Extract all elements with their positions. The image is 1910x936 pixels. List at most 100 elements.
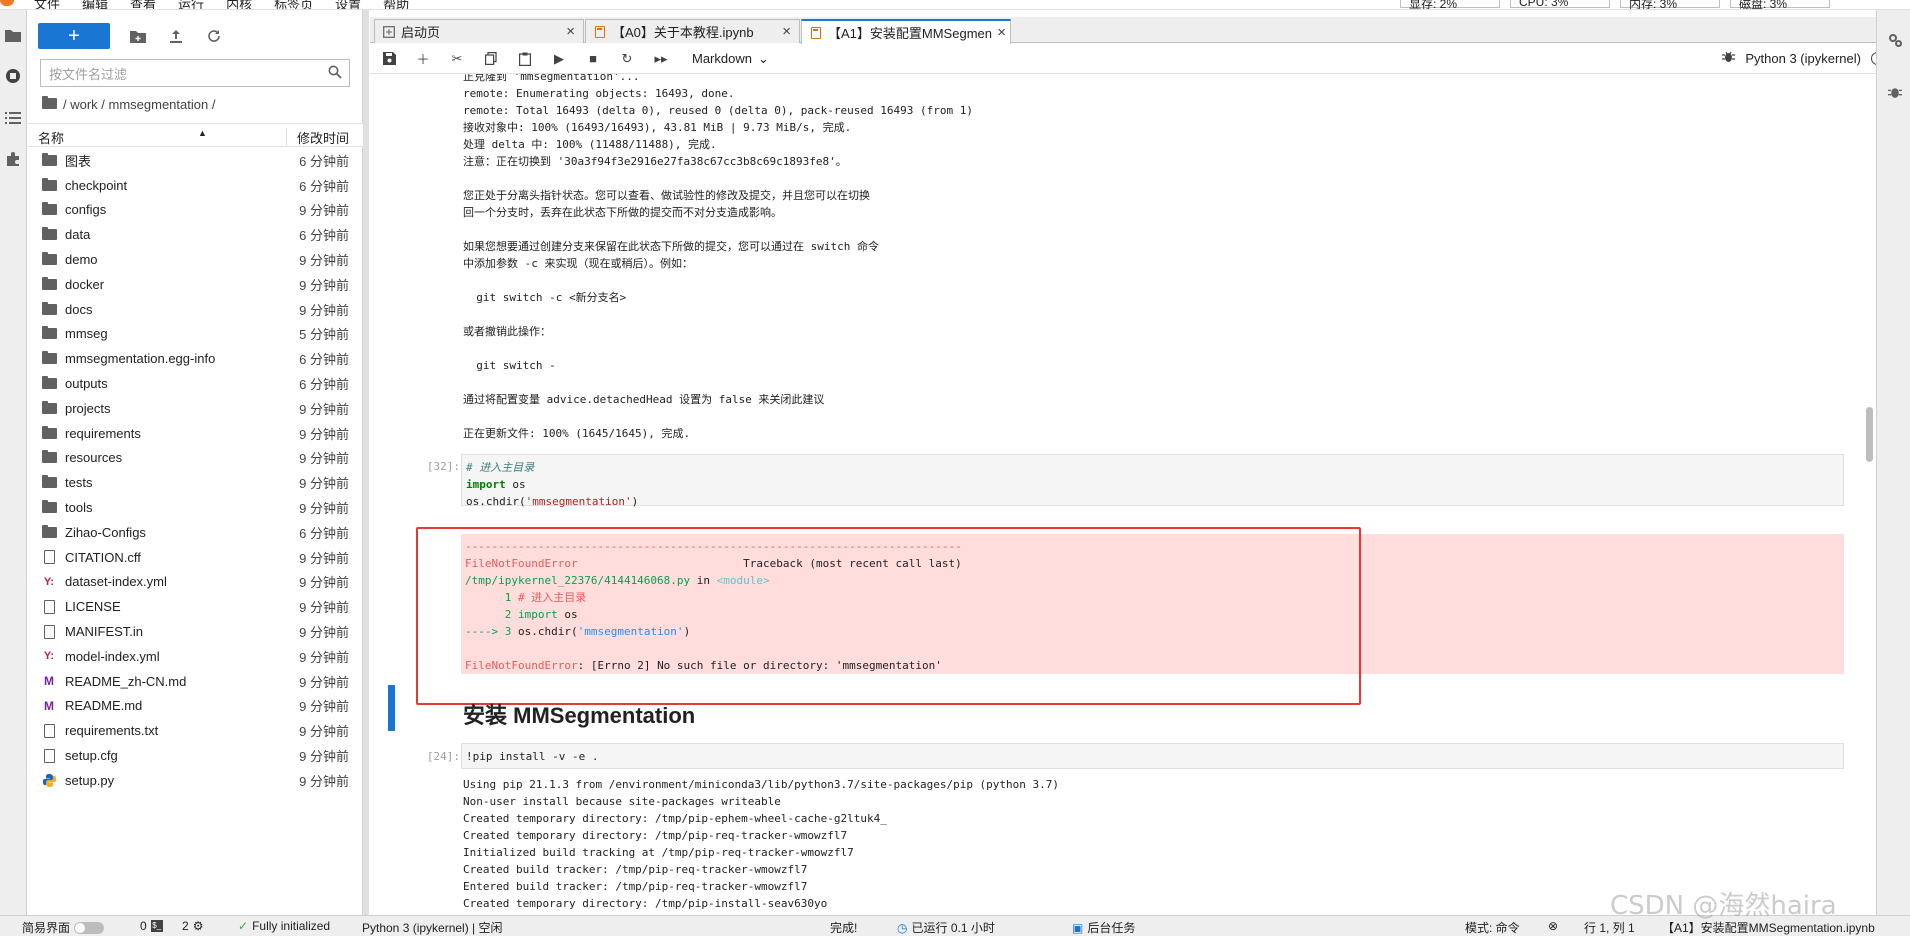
notebook-scrollbar[interactable]	[1864, 74, 1874, 914]
runtime-text: 已运行 0.1 小时	[911, 921, 995, 935]
save-icon[interactable]	[380, 52, 398, 65]
file-list-row[interactable]: resources 9 分钟前	[28, 446, 363, 471]
stop-icon[interactable]: ■	[584, 51, 602, 66]
close-icon[interactable]: ×	[782, 23, 791, 40]
cell-type-select[interactable]: Markdown ⌄	[692, 51, 769, 67]
file-list-row[interactable]: tests 9 分钟前	[28, 470, 363, 495]
kernel-icon: ⚙	[192, 919, 204, 933]
file-list-row[interactable]: M README.md 9 分钟前	[28, 694, 363, 719]
file-list-row[interactable]: LICENSE 9 分钟前	[28, 594, 363, 619]
file-list-row[interactable]: demo 9 分钟前	[28, 247, 363, 272]
menu-view[interactable]: 查看	[130, 0, 156, 9]
markdown-heading[interactable]: 安装 MMSegmentation	[463, 698, 695, 730]
kernel-status[interactable]: Python 3 (ipykernel) | 空闲	[362, 919, 503, 936]
run-icon[interactable]: ▶	[550, 51, 568, 67]
file-modified-time: 9 分钟前	[299, 773, 349, 789]
paste-icon[interactable]	[516, 52, 534, 66]
extension-icon[interactable]	[2, 148, 24, 170]
file-modified-time: 9 分钟前	[299, 451, 349, 467]
simple-mode-label: 简易界面	[22, 921, 71, 935]
kernel-name[interactable]: Python 3 (ipykernel)	[1745, 51, 1861, 66]
close-icon[interactable]: ×	[997, 24, 1006, 41]
upload-icon[interactable]	[166, 26, 186, 46]
menu-edit[interactable]: 编辑	[82, 0, 108, 9]
tab-launcher[interactable]: 启动页 ×	[374, 19, 584, 43]
folder-icon	[41, 276, 57, 292]
tab-a0-notebook[interactable]: 【A0】关于本教程.ipynb ×	[585, 19, 800, 43]
menu-help[interactable]: 帮助	[383, 0, 409, 9]
copy-icon[interactable]	[482, 52, 500, 65]
folder-icon	[41, 400, 57, 416]
file-list-row[interactable]: outputs 6 分钟前	[28, 371, 363, 396]
file-list-row[interactable]: Y: model-index.yml 9 分钟前	[28, 644, 363, 669]
background-tasks[interactable]: ▣ 后台任务	[1072, 919, 1135, 936]
tab-a1-notebook[interactable]: 【A1】安装配置MMSegmen ×	[801, 19, 1011, 44]
file-list-row[interactable]: configs 9 分钟前	[28, 198, 363, 223]
running-icon[interactable]	[2, 65, 24, 87]
table-of-contents-icon[interactable]	[2, 107, 24, 129]
cut-icon[interactable]: ✂	[448, 51, 466, 67]
file-list-row[interactable]: setup.cfg 9 分钟前	[28, 743, 363, 768]
file-modified-time: 6 分钟前	[299, 525, 349, 541]
simple-mode-toggle[interactable]: 简易界面	[22, 919, 105, 936]
file-list-row[interactable]: setup.py 9 分钟前	[28, 768, 363, 793]
debugger-bug-icon[interactable]	[1722, 50, 1736, 66]
name-column-header[interactable]: 名称	[38, 128, 64, 147]
close-icon[interactable]: ×	[566, 23, 575, 40]
file-list-row[interactable]: Y: dataset-index.yml 9 分钟前	[28, 570, 363, 595]
file-list-row[interactable]: CITATION.cff 9 分钟前	[28, 545, 363, 570]
file-list-row[interactable]: mmseg 5 分钟前	[28, 322, 363, 347]
code-cell-32[interactable]: # 进入主目录 import os os.chdir('mmsegmentati…	[461, 454, 1844, 508]
sort-ascending-icon[interactable]: ▲	[198, 128, 207, 138]
modified-column-header[interactable]: 修改时间	[285, 128, 349, 147]
folder-icon	[41, 252, 57, 268]
memory-metric: 内存: 3%	[1620, 0, 1720, 9]
file-list-row[interactable]: projects 9 分钟前	[28, 396, 363, 421]
file-list-row[interactable]: docs 9 分钟前	[28, 297, 363, 322]
lsp-status-text: Fully initialized	[252, 919, 331, 933]
property-inspector-icon[interactable]	[1885, 30, 1905, 50]
panel-splitter[interactable]	[363, 10, 369, 915]
file-list-row[interactable]: M README_zh-CN.md 9 分钟前	[28, 669, 363, 694]
file-list-row[interactable]: data 6 分钟前	[28, 222, 363, 247]
file-list-row[interactable]: mmsegmentation.egg-info 6 分钟前	[28, 346, 363, 371]
file-modified-time: 6 分钟前	[299, 178, 349, 194]
menu-run[interactable]: 运行	[178, 0, 204, 9]
code-cell-24[interactable]: !pip install -v -e .	[461, 743, 1844, 769]
folder-icon[interactable]	[2, 24, 24, 46]
breadcrumb-path[interactable]: / work / mmsegmentation /	[63, 97, 215, 112]
disk-metric: 磁盘: 3%	[1730, 0, 1830, 9]
file-list-row[interactable]: requirements 9 分钟前	[28, 421, 363, 446]
run-all-icon[interactable]: ▸▸	[652, 51, 670, 67]
lsp-status[interactable]: ✓ Fully initialized	[238, 919, 330, 933]
restart-icon[interactable]: ↻	[618, 51, 636, 67]
file-list-row[interactable]: checkpoint 6 分钟前	[28, 173, 363, 198]
file-list-row[interactable]: docker 9 分钟前	[28, 272, 363, 297]
add-cell-icon[interactable]: ＋	[414, 49, 432, 68]
file-modified-time: 9 分钟前	[299, 575, 349, 591]
new-folder-icon[interactable]	[128, 26, 148, 46]
file-list-row[interactable]: requirements.txt 9 分钟前	[28, 718, 363, 743]
file-list-row[interactable]: Zihao-Configs 6 分钟前	[28, 520, 363, 545]
file-filter-input[interactable]: 按文件名过滤	[40, 59, 350, 87]
notification-icon[interactable]: ⊗	[1548, 919, 1558, 933]
toggle-switch[interactable]	[74, 921, 105, 934]
menu-kernel[interactable]: 内核	[226, 0, 252, 9]
file-modified-time: 9 分钟前	[299, 749, 349, 765]
file-modified-time: 6 分钟前	[299, 352, 349, 368]
menu-tabs[interactable]: 标签页	[274, 0, 313, 9]
debugger-bug-icon[interactable]	[1885, 82, 1905, 102]
menu-settings[interactable]: 设置	[335, 0, 361, 9]
file-list-row[interactable]: MANIFEST.in 9 分钟前	[28, 619, 363, 644]
refresh-icon[interactable]	[204, 26, 224, 46]
home-folder-icon[interactable]	[42, 96, 57, 112]
new-launcher-button[interactable]: +	[38, 23, 110, 49]
scrollbar-thumb[interactable]	[1866, 407, 1873, 462]
file-list-row[interactable]: 图表 6 分钟前	[28, 148, 363, 173]
file-list-row[interactable]: tools 9 分钟前	[28, 495, 363, 520]
terminal-count[interactable]: 0 $_	[140, 919, 163, 933]
menu-file[interactable]: 文件	[34, 0, 60, 9]
file-modified-time: 9 分钟前	[299, 600, 349, 616]
kernel-count[interactable]: 2 ⚙	[182, 919, 203, 933]
editor-mode[interactable]: 模式: 命令	[1465, 919, 1520, 936]
